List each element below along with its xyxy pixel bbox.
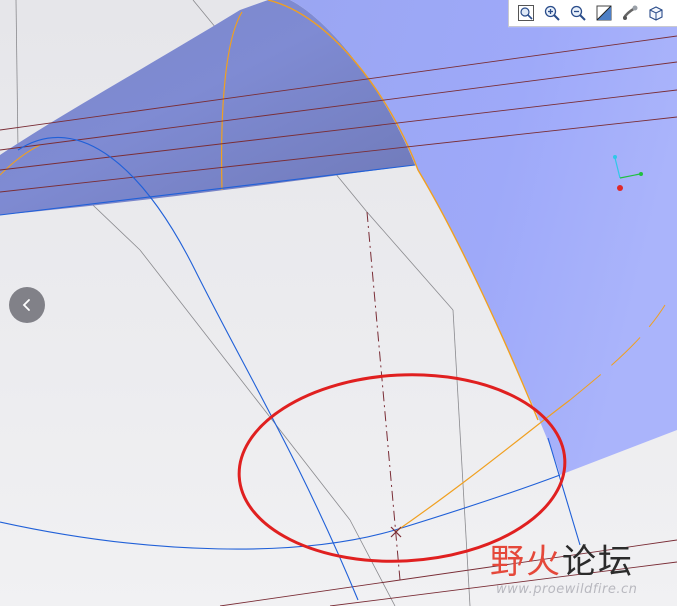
view-toolbar bbox=[508, 0, 677, 27]
model-viewport[interactable] bbox=[0, 0, 677, 606]
chevron-left-icon bbox=[22, 299, 30, 311]
forum-watermark: 野火论坛 www.proewildfire.cn bbox=[490, 530, 675, 604]
watermark-title-dark: 论坛 bbox=[562, 542, 634, 582]
repaint-icon bbox=[596, 5, 612, 21]
zoom-out-button[interactable] bbox=[567, 2, 589, 24]
repaint-button[interactable] bbox=[593, 2, 615, 24]
zoom-out-icon bbox=[570, 5, 586, 21]
orient-icon bbox=[622, 5, 638, 20]
watermark-title-red: 野火 bbox=[490, 542, 562, 582]
cube-icon bbox=[649, 6, 663, 21]
cad-canvas[interactable] bbox=[0, 0, 677, 606]
zoom-in-button[interactable] bbox=[541, 2, 563, 24]
zoom-fit-icon bbox=[518, 5, 534, 21]
watermark-url: www.proewildfire.cn bbox=[496, 582, 638, 597]
zoom-fit-button[interactable] bbox=[515, 2, 537, 24]
previous-button[interactable] bbox=[9, 287, 45, 323]
datum-axis bbox=[366, 211, 401, 581]
zoom-in-icon bbox=[544, 5, 560, 21]
orient-button[interactable] bbox=[619, 2, 641, 24]
orange-curve bbox=[394, 399, 571, 533]
display-style-button[interactable] bbox=[645, 2, 667, 24]
watermark-title: 野火论坛 bbox=[490, 534, 634, 583]
